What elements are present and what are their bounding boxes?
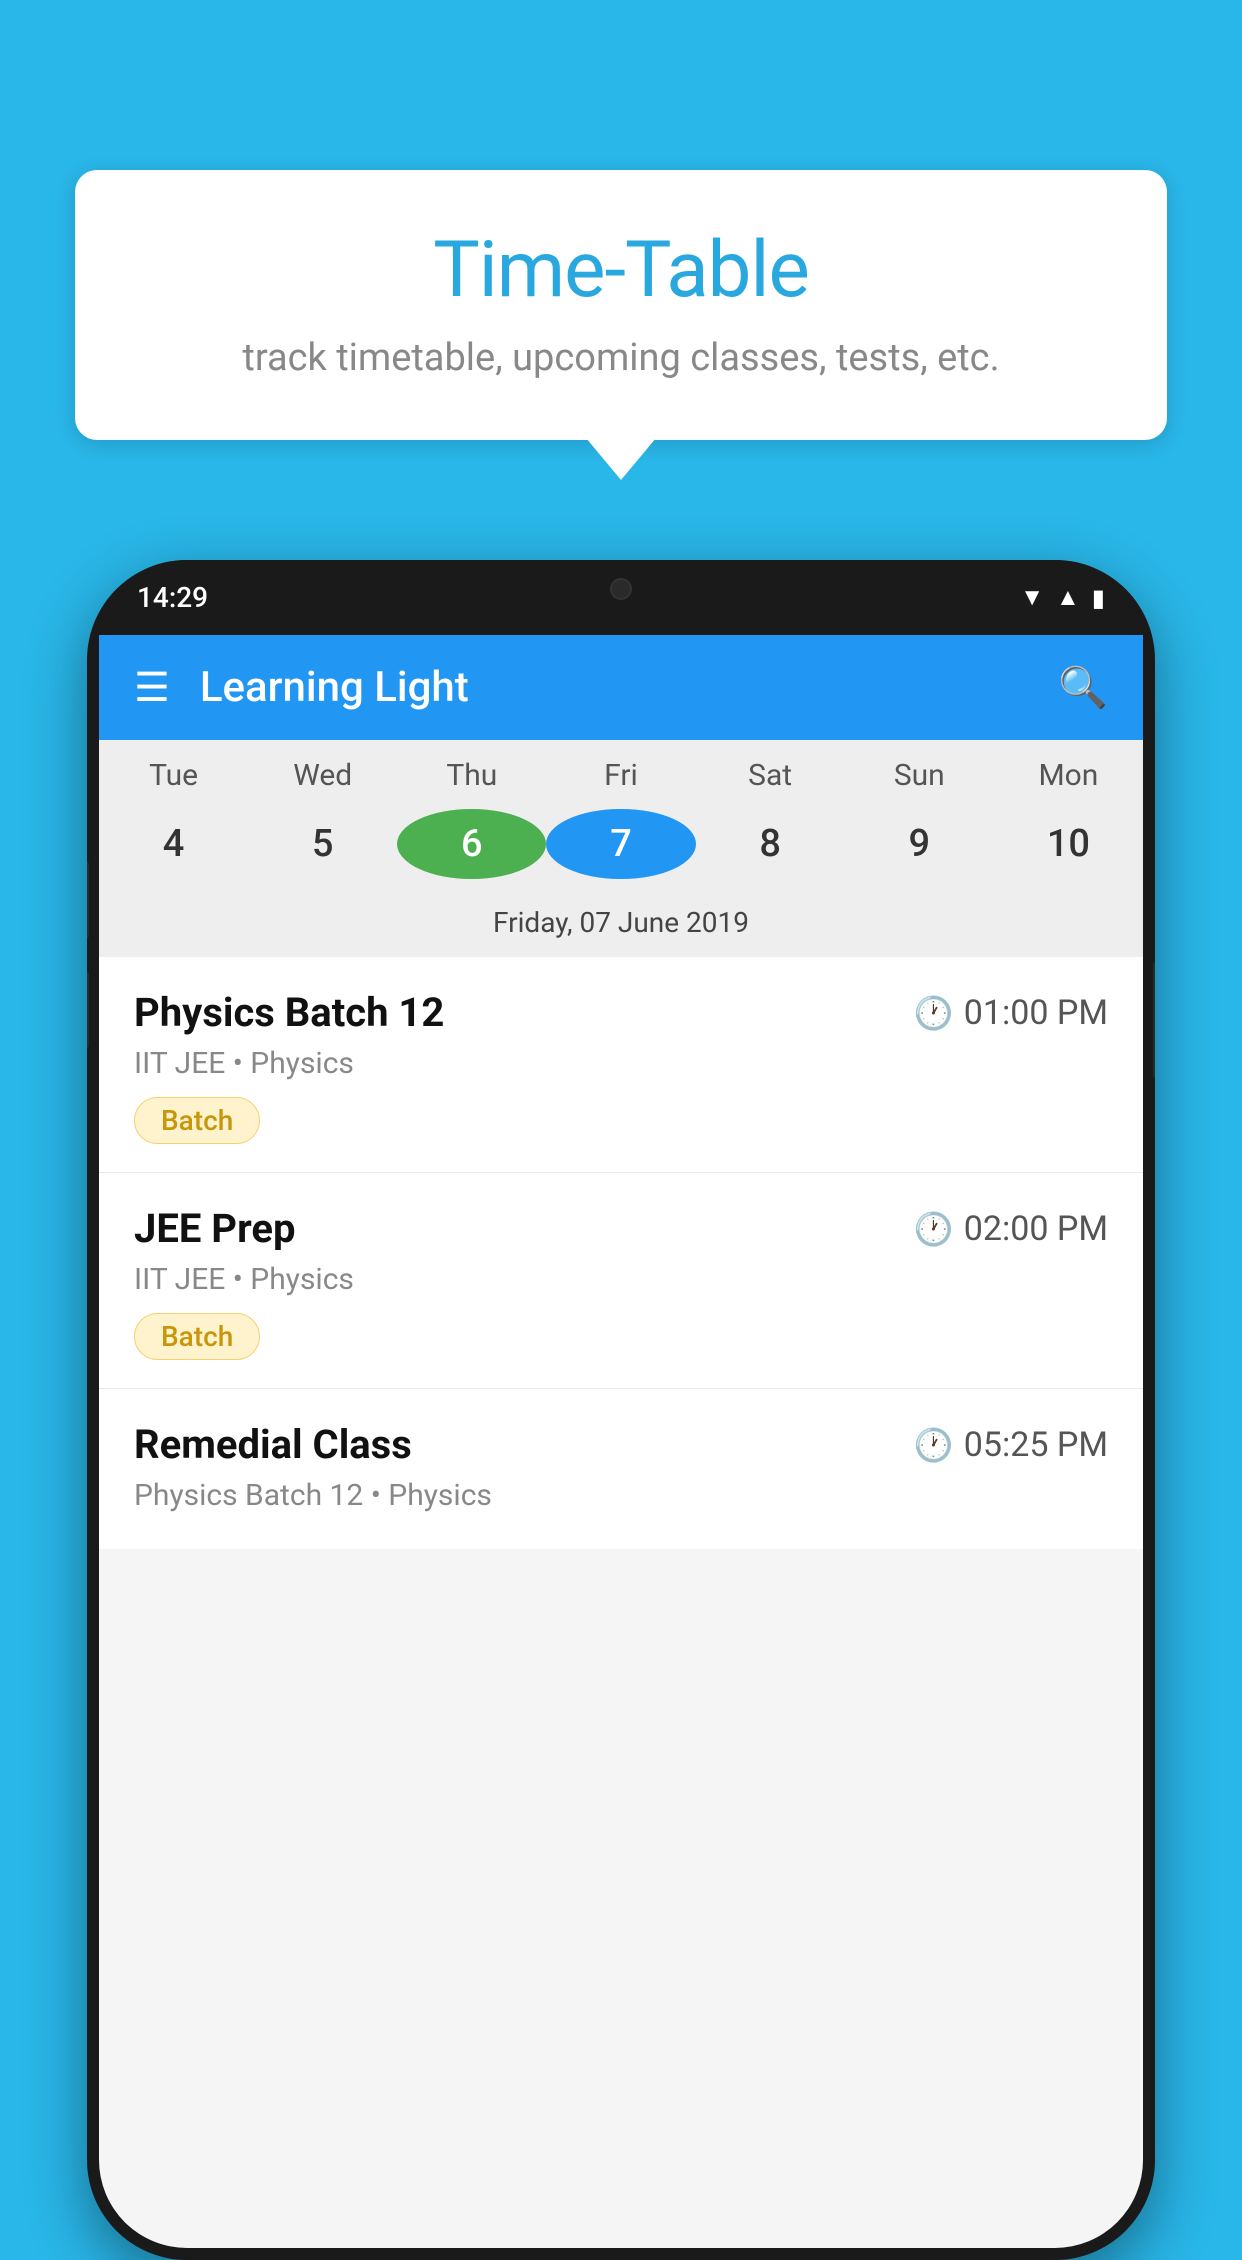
phone-screen: ☰ Learning Light 🔍 Tue Wed Thu Fri Sat S… (99, 635, 1143, 2248)
schedule-item-3[interactable]: Remedial Class 🕐 05:25 PM Physics Batch … (99, 1389, 1143, 1549)
clock-icon-3: 🕐 (914, 1426, 954, 1464)
date-9: 9 (845, 806, 994, 881)
phone-frame: 14:29 ▼ ▲ ▮ ☰ Learning Light 🔍 Tue Wed T… (87, 560, 1155, 2260)
date-4: 4 (99, 806, 248, 881)
time-value-3: 05:25 PM (964, 1425, 1108, 1465)
batch-tag-1: Batch (134, 1097, 260, 1144)
day-wed: Wed (248, 758, 397, 793)
time-value-2: 02:00 PM (964, 1209, 1108, 1249)
date-6-today: 6 (397, 809, 546, 879)
day-tue: Tue (99, 758, 248, 793)
date-8: 8 (696, 806, 845, 881)
day-labels: Tue Wed Thu Fri Sat Sun Mon (99, 740, 1143, 801)
status-bar: 14:29 ▼ ▲ ▮ (87, 560, 1155, 635)
batch-tag-2: Batch (134, 1313, 260, 1360)
calendar-section: Tue Wed Thu Fri Sat Sun Mon 4 5 6 7 (99, 740, 1143, 957)
schedule-title-1: Physics Batch 12 (134, 989, 444, 1036)
search-icon[interactable]: 🔍 (1058, 664, 1108, 711)
selected-date-label: Friday, 07 June 2019 (99, 896, 1143, 957)
day-fri: Fri (546, 758, 695, 793)
schedule-meta-1: IIT JEE • Physics (134, 1046, 1108, 1081)
volume-button (1153, 960, 1155, 1080)
volume-up-button (87, 970, 89, 1050)
schedule-title-2: JEE Prep (134, 1205, 295, 1252)
schedule-item-1-header: Physics Batch 12 🕐 01:00 PM (134, 989, 1108, 1036)
date-7-wrapper[interactable]: 7 (546, 809, 695, 879)
phone-time: 14:29 (137, 581, 208, 614)
date-5-wrapper[interactable]: 5 (248, 806, 397, 881)
day-numbers: 4 5 6 7 8 9 10 (99, 801, 1143, 896)
speech-bubble: Time-Table track timetable, upcoming cla… (75, 170, 1167, 440)
status-icons: ▼ ▲ ▮ (1020, 583, 1105, 612)
bubble-subtitle: track timetable, upcoming classes, tests… (135, 336, 1107, 380)
schedule-list: Physics Batch 12 🕐 01:00 PM IIT JEE • Ph… (99, 957, 1143, 1549)
date-10-wrapper[interactable]: 10 (994, 806, 1143, 881)
phone-notch (531, 560, 711, 615)
clock-icon-1: 🕐 (914, 994, 954, 1032)
schedule-time-3: 🕐 05:25 PM (914, 1425, 1108, 1465)
schedule-item-2[interactable]: JEE Prep 🕐 02:00 PM IIT JEE • Physics Ba… (99, 1173, 1143, 1389)
app-header: ☰ Learning Light 🔍 (99, 635, 1143, 740)
schedule-item-1[interactable]: Physics Batch 12 🕐 01:00 PM IIT JEE • Ph… (99, 957, 1143, 1173)
signal-icon: ▲ (1056, 583, 1080, 612)
power-button (87, 860, 89, 940)
date-6-wrapper[interactable]: 6 (397, 809, 546, 879)
app-title: Learning Light (200, 663, 1058, 712)
day-sat: Sat (696, 758, 845, 793)
schedule-title-3: Remedial Class (134, 1421, 412, 1468)
schedule-meta-3: Physics Batch 12 • Physics (134, 1478, 1108, 1513)
schedule-meta-2: IIT JEE • Physics (134, 1262, 1108, 1297)
schedule-time-1: 🕐 01:00 PM (914, 993, 1108, 1033)
date-7-selected: 7 (546, 809, 695, 879)
day-thu: Thu (397, 758, 546, 793)
schedule-item-2-header: JEE Prep 🕐 02:00 PM (134, 1205, 1108, 1252)
time-value-1: 01:00 PM (964, 993, 1108, 1033)
date-9-wrapper[interactable]: 9 (845, 806, 994, 881)
day-sun: Sun (845, 758, 994, 793)
battery-icon: ▮ (1092, 584, 1105, 612)
date-10: 10 (994, 806, 1143, 881)
menu-icon[interactable]: ☰ (134, 668, 170, 708)
schedule-item-3-header: Remedial Class 🕐 05:25 PM (134, 1421, 1108, 1468)
day-mon: Mon (994, 758, 1143, 793)
date-5: 5 (248, 806, 397, 881)
wifi-icon: ▼ (1020, 583, 1044, 612)
front-camera (610, 578, 632, 600)
schedule-time-2: 🕐 02:00 PM (914, 1209, 1108, 1249)
bubble-title: Time-Table (135, 225, 1107, 316)
date-4-wrapper[interactable]: 4 (99, 806, 248, 881)
date-8-wrapper[interactable]: 8 (696, 806, 845, 881)
clock-icon-2: 🕐 (914, 1210, 954, 1248)
